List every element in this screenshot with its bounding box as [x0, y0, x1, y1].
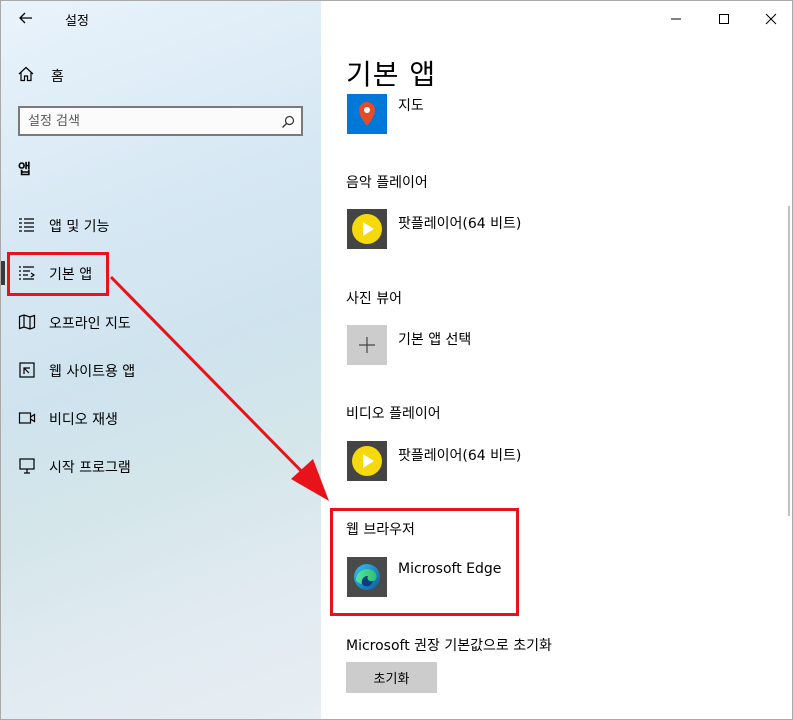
app-name: 지도	[398, 98, 424, 114]
maximize-icon[interactable]	[714, 9, 734, 29]
annotation-highlight-default-apps	[7, 252, 109, 296]
video-icon	[18, 409, 36, 427]
sidebar-item-label: 웹 사이트용 앱	[49, 364, 136, 380]
app-name: 팟플레이어(64 비트)	[398, 448, 522, 464]
startup-icon	[18, 457, 36, 475]
sidebar-item-label: 오프라인 지도	[49, 316, 131, 332]
map-icon	[18, 313, 36, 331]
sidebar-item-label: 앱 및 기능	[49, 219, 110, 235]
potplayer-icon	[347, 209, 387, 249]
category-label-photo: 사진 뷰어	[346, 291, 402, 307]
sidebar-item-startup[interactable]: 시작 프로그램	[1, 451, 311, 481]
plus-icon	[347, 325, 387, 365]
website-app-icon	[18, 361, 36, 379]
settings-search-box[interactable]	[18, 106, 303, 136]
section-heading-apps: 앱	[18, 162, 31, 178]
sidebar-item-apps-features[interactable]: 앱 및 기능	[1, 210, 311, 240]
video-player-app-button[interactable]: 팟플레이어(64 비트)	[347, 441, 707, 483]
category-label-video: 비디오 플레이어	[346, 406, 441, 422]
sidebar-item-label: 비디오 재생	[49, 412, 118, 428]
list-icon	[18, 216, 36, 234]
annotation-highlight-web-browser	[330, 508, 519, 616]
scrollbar[interactable]	[788, 206, 790, 516]
sidebar-item-home[interactable]: 홈	[17, 63, 307, 87]
close-icon[interactable]	[761, 9, 781, 29]
minimize-icon[interactable]	[666, 9, 686, 29]
search-icon[interactable]	[281, 114, 295, 128]
sidebar-item-apps-for-websites[interactable]: 웹 사이트용 앱	[1, 355, 311, 385]
category-label-music: 음악 플레이어	[346, 175, 428, 191]
selection-indicator	[1, 261, 5, 285]
window-title: 설정	[65, 14, 89, 29]
maps-app-button[interactable]: 지도	[347, 94, 707, 136]
main-content: 기본 앱 지도 음악 플레이어 팟플레이어(64 비트) 사진 뷰어 기본 앱 …	[321, 1, 792, 719]
title-bar: 설정	[1, 1, 321, 35]
home-label: 홈	[51, 69, 64, 85]
music-player-app-button[interactable]: 팟플레이어(64 비트)	[347, 209, 707, 251]
search-input[interactable]	[28, 112, 268, 130]
home-icon	[17, 65, 35, 83]
photo-viewer-app-button[interactable]: 기본 앱 선택	[347, 325, 707, 367]
app-name: 팟플레이어(64 비트)	[398, 216, 522, 232]
potplayer-icon	[347, 441, 387, 481]
page-title: 기본 앱	[346, 58, 437, 91]
reset-description: Microsoft 권장 기본값으로 초기화	[346, 638, 552, 654]
sidebar: 설정 홈 앱 앱 및 기능 기본 앱	[1, 1, 321, 719]
settings-window: 설정 홈 앱 앱 및 기능 기본 앱	[0, 0, 793, 720]
maps-icon	[347, 94, 387, 134]
reset-button[interactable]: 초기화	[346, 662, 437, 693]
sidebar-item-offline-maps[interactable]: 오프라인 지도	[1, 307, 311, 337]
sidebar-item-label: 시작 프로그램	[49, 460, 131, 476]
back-arrow-icon[interactable]	[15, 7, 37, 29]
sidebar-item-video-playback[interactable]: 비디오 재생	[1, 403, 311, 433]
app-name: 기본 앱 선택	[398, 332, 472, 348]
